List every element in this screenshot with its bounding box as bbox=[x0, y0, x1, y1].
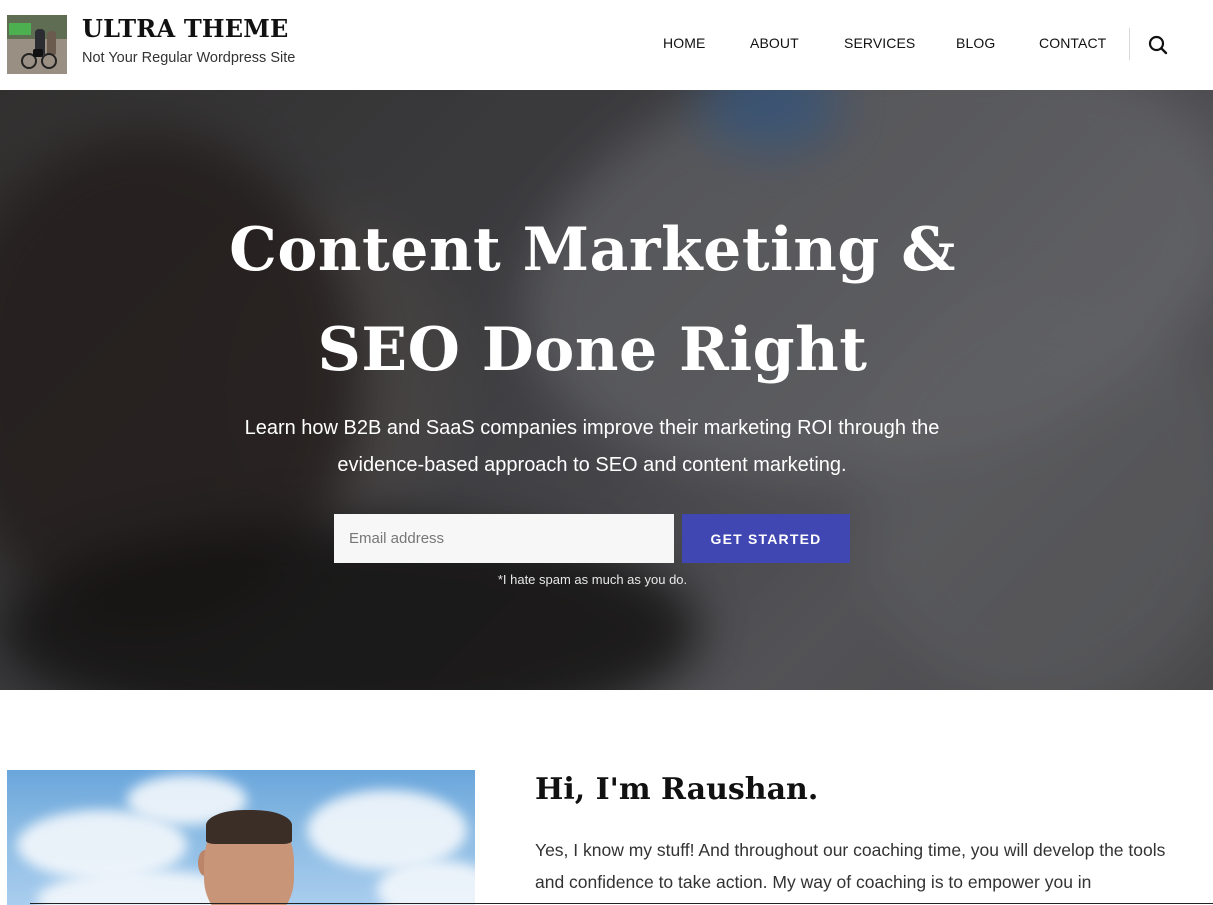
get-started-button[interactable]: GET STARTED bbox=[682, 514, 850, 563]
search-button[interactable] bbox=[1147, 34, 1169, 56]
hero-title: Content Marketing & SEO Done Right bbox=[0, 200, 1185, 400]
spam-note: *I hate spam as much as you do. bbox=[497, 572, 688, 587]
site-header: ULTRA THEME Not Your Regular Wordpress S… bbox=[0, 0, 1213, 90]
nav-item-blog[interactable]: BLOG bbox=[956, 35, 995, 51]
nav-item-contact[interactable]: CONTACT bbox=[1039, 35, 1106, 51]
hero-subtitle: Learn how B2B and SaaS companies improve… bbox=[244, 417, 940, 476]
site-logo[interactable] bbox=[7, 15, 67, 74]
hero-title-line-2: SEO Done Right bbox=[317, 315, 868, 385]
site-tagline: Not Your Regular Wordpress Site bbox=[82, 50, 296, 66]
site-title[interactable]: ULTRA THEME bbox=[82, 14, 289, 43]
hero-title-line-1: Content Marketing & bbox=[229, 215, 956, 285]
nav-item-services[interactable]: SERVICES bbox=[844, 35, 915, 51]
divider bbox=[30, 903, 1213, 904]
nav-item-about[interactable]: ABOUT bbox=[750, 35, 799, 51]
about-heading: Hi, I'm Raushan. bbox=[535, 772, 819, 807]
email-input[interactable] bbox=[334, 514, 674, 563]
nav-item-home[interactable]: HOME bbox=[663, 35, 705, 51]
profile-photo bbox=[7, 770, 475, 905]
nav-divider bbox=[1129, 28, 1130, 60]
about-text: Yes, I know my stuff! And throughout our… bbox=[535, 840, 1166, 892]
search-icon bbox=[1148, 35, 1168, 55]
